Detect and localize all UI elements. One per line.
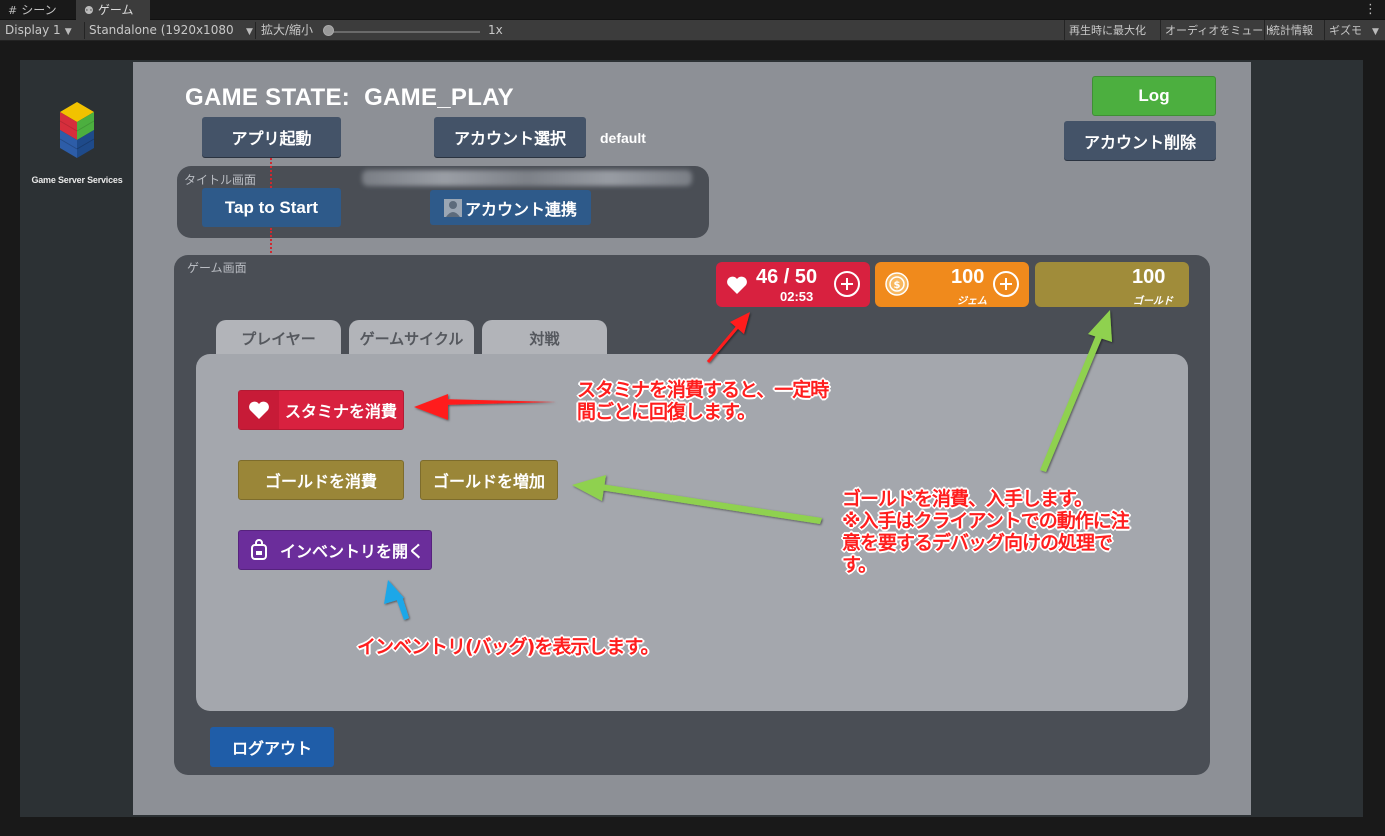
inventory-annotation: インベントリ(バッグ)を表示します。: [357, 636, 659, 658]
stamina-annotation: スタミナを消費すると、一定時 間ごとに回復します。: [577, 379, 829, 423]
arrow-to-stamina-button: [414, 394, 556, 420]
stamina-annotation-line: スタミナを消費すると、一定時: [577, 379, 829, 401]
arrow-to-gold-hud: [1040, 310, 1112, 472]
arrow-to-add-gold-button: [572, 475, 822, 524]
gold-annotation-line: ゴールドを消費、入手します。: [842, 488, 1093, 510]
gold-annotation-line: ※入手はクライアントでの動作に注: [842, 510, 1130, 532]
gold-annotation-line: す。: [842, 554, 877, 576]
stamina-annotation-line: 間ごとに回復します。: [577, 401, 756, 423]
gold-annotation-line: 意を要するデバッグ向けの処理で: [842, 532, 1113, 554]
unity-editor-game-window: # シーン ⚉ ゲーム ⋮ Display 1 ▼ Standalone (1920x…: [0, 0, 1385, 836]
gold-annotation: ゴールドを消費、入手します。 ※入手はクライアントでの動作に注 意を要するデバッ…: [842, 488, 1130, 576]
arrow-to-stamina-hud: [706, 312, 750, 363]
arrow-to-inventory-button: [384, 580, 409, 620]
